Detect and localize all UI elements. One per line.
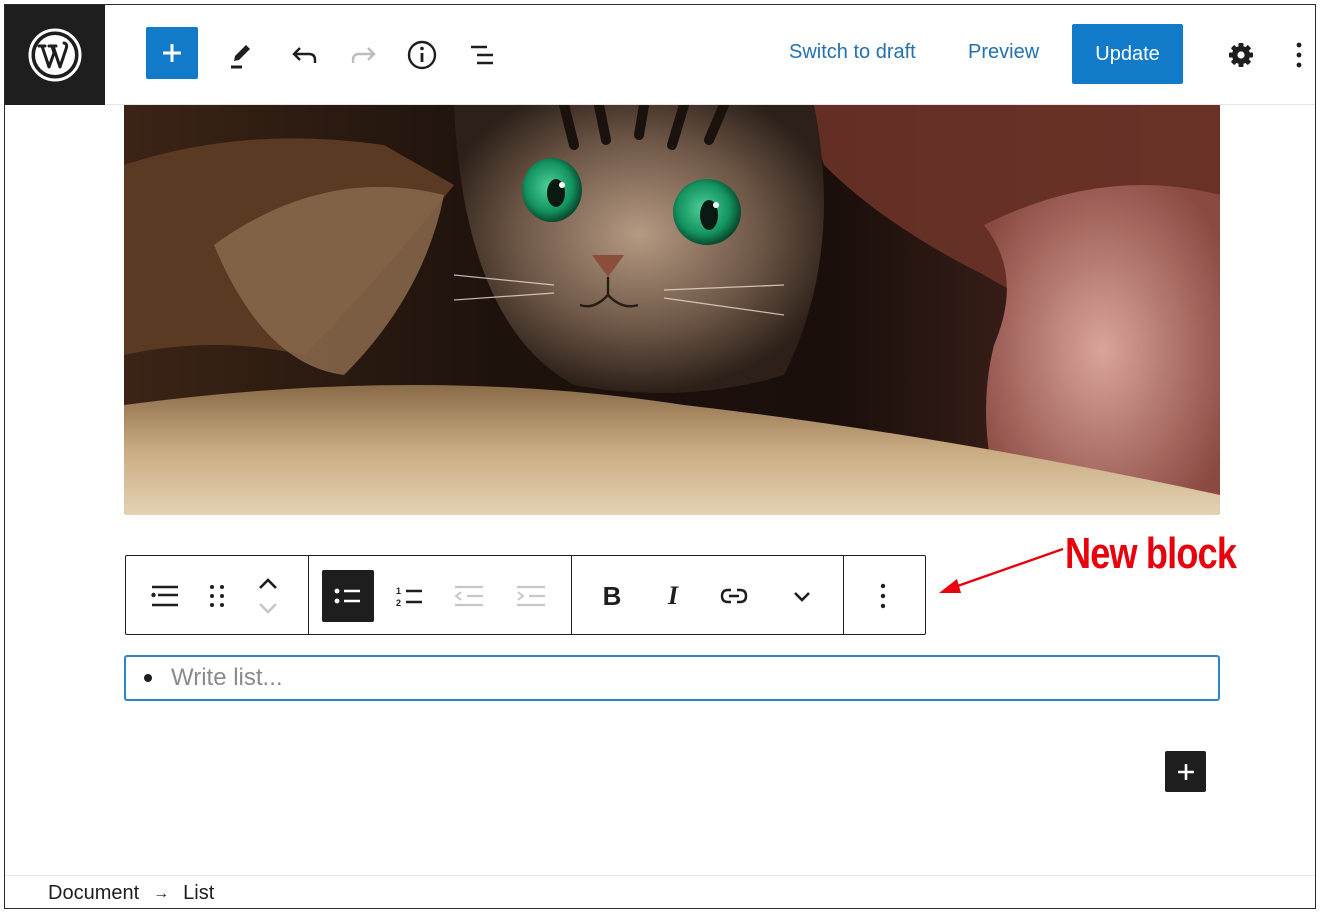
ordered-list-icon: 1 2	[396, 586, 422, 608]
link-icon	[720, 588, 748, 604]
breadcrumb: Document → List	[5, 875, 1315, 908]
gear-icon	[1229, 43, 1253, 67]
outdent-icon	[454, 585, 483, 607]
redo-icon	[351, 47, 376, 63]
chevron-down-icon	[794, 592, 810, 602]
add-block-button[interactable]	[146, 27, 198, 79]
annotation-label: New block	[1065, 529, 1237, 578]
more-options-icon	[880, 583, 886, 609]
indent-icon	[517, 585, 545, 607]
switch-to-draft-button[interactable]: Switch to draft	[789, 41, 916, 64]
move-up-down-button[interactable]	[242, 570, 294, 622]
more-vertical-icon	[1296, 42, 1302, 68]
preview-button[interactable]: Preview	[968, 41, 1039, 64]
breadcrumb-document[interactable]: Document	[48, 882, 139, 905]
block-type-button[interactable]	[140, 570, 192, 622]
link-button[interactable]	[708, 570, 760, 622]
bullet-icon	[144, 674, 152, 682]
wordpress-logo-icon[interactable]	[5, 5, 105, 105]
unordered-list-button[interactable]	[322, 570, 374, 622]
block-toolbar-group-options	[844, 556, 924, 634]
plus-icon	[1177, 763, 1194, 780]
indent-button[interactable]	[505, 570, 557, 622]
block-toolbar-group-list: 1 2	[309, 556, 572, 634]
svg-text:2: 2	[396, 598, 401, 608]
more-formats-button[interactable]	[776, 570, 828, 622]
block-options-button[interactable]	[857, 570, 909, 622]
bold-button[interactable]: B	[586, 570, 638, 622]
italic-icon: I	[667, 581, 679, 610]
append-block-button[interactable]	[1165, 751, 1206, 792]
undo-icon	[292, 47, 317, 63]
options-button[interactable]	[1287, 27, 1311, 83]
block-toolbar-group-block	[126, 556, 309, 634]
list-view-button[interactable]	[465, 27, 501, 83]
list-block[interactable]: Write list...	[124, 655, 1220, 701]
info-icon	[407, 40, 437, 70]
update-button[interactable]: Update	[1072, 24, 1183, 84]
move-up-down-icon	[259, 578, 277, 614]
breadcrumb-list[interactable]: List	[183, 882, 214, 905]
svg-text:1: 1	[396, 586, 401, 596]
editor-window: Switch to draft Preview Update 1 2 B I N…	[4, 4, 1316, 909]
drag-handle-button[interactable]	[191, 570, 243, 622]
list-view-icon	[471, 45, 493, 65]
block-toolbar: 1 2 B I	[125, 555, 926, 635]
unordered-list-icon	[334, 588, 360, 604]
redo-button[interactable]	[345, 27, 381, 83]
settings-button[interactable]	[1223, 27, 1259, 83]
editor-header: Switch to draft Preview Update	[5, 5, 1315, 105]
drag-handle-icon	[210, 585, 224, 607]
pencil-icon	[231, 45, 250, 69]
block-toolbar-group-format: B I	[572, 556, 844, 634]
list-block-icon	[151, 585, 178, 607]
annotation-arrow	[939, 547, 1064, 593]
italic-button[interactable]: I	[647, 570, 699, 622]
bold-icon: B	[602, 580, 622, 611]
list-placeholder[interactable]: Write list...	[171, 664, 283, 692]
breadcrumb-separator: →	[153, 884, 170, 902]
plus-icon	[163, 44, 181, 62]
details-button[interactable]	[404, 27, 440, 83]
outdent-button[interactable]	[443, 570, 495, 622]
ordered-list-button[interactable]: 1 2	[384, 570, 436, 622]
cat-photo[interactable]	[124, 105, 1220, 515]
tools-button[interactable]	[223, 27, 259, 83]
undo-button[interactable]	[287, 27, 323, 83]
